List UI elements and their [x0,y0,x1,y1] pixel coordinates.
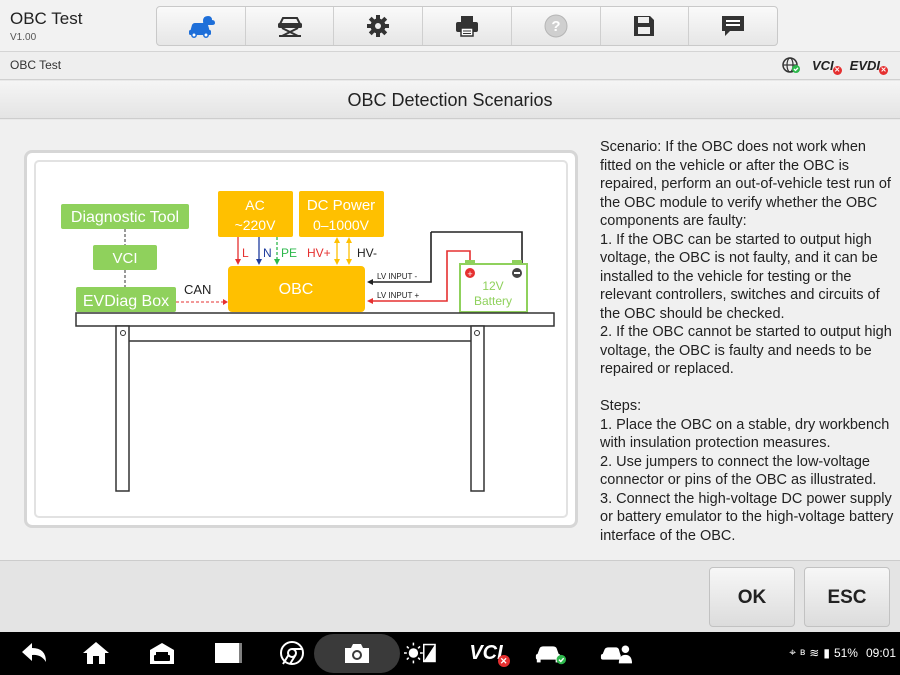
brightness-icon [404,642,436,664]
vehicle-home-button[interactable] [146,638,178,668]
breadcrumb-bar: OBC Test VCI ✕ EVDI ✕ [0,52,900,80]
disconnected-icon: ✕ [832,65,842,75]
battery-level: 51% [833,645,858,660]
dc-voltage-label: 0–1000V [313,217,370,233]
lv-input-minus-label: LV INPUT - [377,272,417,281]
ac-voltage-label: ~220V [235,217,277,233]
footer-bar: OK ESC [0,560,900,632]
workbench-leg-right [470,325,485,492]
message-icon [722,16,745,36]
wifi-icon: ≋ [809,645,820,660]
location-icon: ⌖ [789,645,796,659]
evdiag-box-label: EVDiag Box [83,293,169,310]
network-status-icon [782,57,802,73]
vci-nav-button[interactable]: VCI ✕ [466,638,510,668]
toolbar: ? [156,6,778,46]
vehicle-cloud-button[interactable] [157,7,246,45]
step-3: 3. Connect the high-voltage DC power sup… [600,490,894,544]
section-title-bar: OBC Detection Scenarios [0,81,900,119]
status-icons: VCI ✕ EVDI ✕ [782,57,888,75]
pe-label: PE [281,246,297,260]
vehicle-cloud-icon [188,16,215,38]
vci-nav-icon: VCI ✕ [469,642,510,667]
system-status: ⌖ ʙ ≋ ▮ 51% 09:01 [789,645,896,660]
vehicle-lift-icon [277,17,302,37]
app-title: OBC Test [10,9,83,28]
esc-button[interactable]: ESC [804,567,890,627]
scenario-text: Scenario: If the OBC does not work when … [600,139,891,229]
print-button[interactable] [423,7,512,45]
description-panel: Scenario: If the OBC does not work when … [600,138,900,560]
disconnected-icon: ✕ [879,65,888,75]
dc-label: DC Power [307,197,375,214]
garage-car-icon [150,643,174,664]
lv-input-plus-label: LV INPUT + [377,291,419,300]
settings-button[interactable] [334,7,424,45]
scenario-point-2: 2. If the OBC cannot be started to outpu… [600,324,892,377]
scenario-point-1: 1. If the OBC can be started to output h… [600,231,880,322]
step-2: 2. Use jumpers to connect the low-voltag… [600,453,877,489]
remote-expert-button[interactable] [600,638,632,668]
obc-diagram: Diagnostic Tool VCI EVDiag Box CAN AC ~2… [24,150,578,528]
back-button[interactable] [18,638,50,668]
workbench-leg-left [115,325,130,492]
save-button[interactable] [601,7,690,45]
ac-label: AC [245,197,264,213]
printer-icon [456,16,479,37]
help-icon: ? [544,14,568,38]
vehicle-lift-button[interactable] [246,7,335,45]
vehicle-status-button[interactable] [534,638,566,668]
main-content: Diagnostic Tool VCI EVDiag Box CAN AC ~2… [0,120,900,560]
steps-title: Steps: [600,398,642,414]
save-icon [634,16,655,36]
screenshot-button[interactable] [341,638,373,668]
n-label: N [263,246,272,260]
evdiag-status-indicator: EVDI ✕ [849,57,888,75]
diagnostic-tool-label: Diagnostic Tool [71,209,179,226]
home-button[interactable] [80,638,112,668]
browser-button[interactable] [276,638,308,668]
can-label: CAN [184,282,211,297]
svg-text:+: + [467,269,472,279]
bluetooth-icon: ʙ [799,647,806,658]
vci-status-indicator: VCI ✕ [811,57,842,75]
message-button[interactable] [689,7,777,45]
workbench-top [75,312,555,327]
obc-label: OBC [279,281,314,298]
l-label: L [242,246,249,260]
step-1: 1. Place the OBC on a stable, dry workbe… [600,416,890,452]
home-icon [83,642,109,664]
obc-diagram-illustration: Diagnostic Tool VCI EVDiag Box CAN AC ~2… [34,160,568,518]
clock: 09:01 [865,645,896,660]
camera-icon [345,644,369,663]
battery-voltage-label: 12V [482,279,503,293]
vci-box-label: VCI [112,250,137,267]
recent-apps-button[interactable] [212,638,244,668]
hv-plus-label: HV+ [307,246,331,260]
system-navigation-bar: VCI ✕ ⌖ ʙ ≋ ▮ 51% 09:01 [0,632,900,675]
recent-apps-icon [215,643,242,663]
app-version: V1.00 [10,32,37,43]
back-arrow-icon [22,643,46,662]
gear-icon [367,15,390,37]
car-person-icon [600,645,632,664]
brightness-button[interactable] [404,638,436,668]
battery-label: Battery [474,294,512,308]
hv-minus-label: HV- [357,246,377,260]
ok-button[interactable]: OK [709,567,795,627]
top-app-bar: OBC Test V1.00 ? [0,0,900,52]
chrome-icon [280,641,304,665]
svg-text:?: ? [551,18,560,35]
help-button[interactable]: ? [512,7,601,45]
section-title: OBC Detection Scenarios [347,90,553,110]
car-connected-icon [535,646,566,665]
battery-icon: ▮ [823,645,830,660]
breadcrumb: OBC Test [10,58,62,72]
